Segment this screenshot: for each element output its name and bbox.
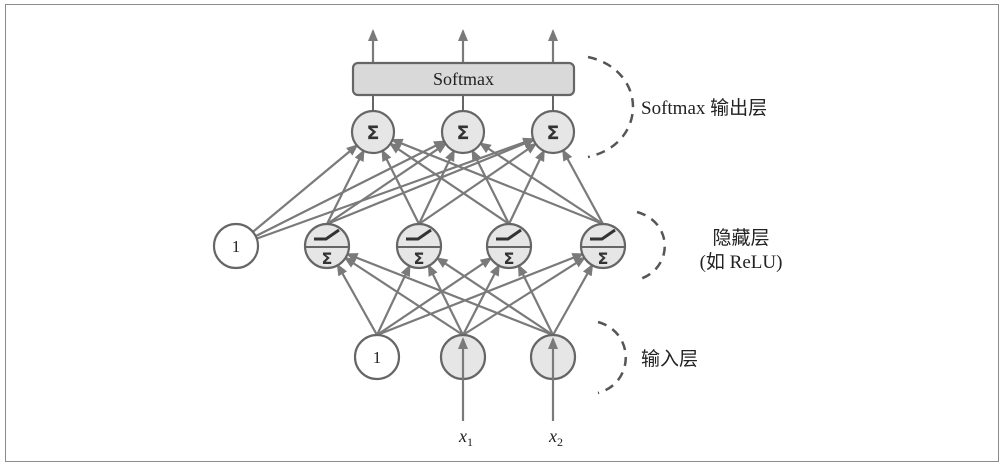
edge-hidden-2-to-output-1 [381, 149, 420, 225]
input-variable: x [548, 426, 557, 446]
sum-symbol: Σ [504, 249, 515, 268]
edge-hidden-3-to-output-2 [471, 149, 510, 225]
hidden-bias-node: 1 [212, 222, 260, 270]
hidden-neuron-3: Σ [485, 222, 533, 270]
sum-symbol: Σ [598, 249, 609, 268]
hidden-neuron-1: Σ [303, 222, 351, 270]
input-subscript: 1 [467, 435, 473, 449]
input-node-x1 [439, 333, 487, 421]
input-label-x2: x2 [548, 426, 563, 449]
input-node-x2 [529, 333, 577, 421]
sum-symbol: Σ [457, 122, 470, 144]
sum-symbol: Σ [367, 122, 380, 144]
output-layer: Softmax Σ Σ Σ [350, 29, 576, 155]
layer-annotations: Softmax 输出层 隐藏层 (如 ReLU) 输入层 [587, 55, 783, 395]
output-layer-bracket [587, 55, 635, 159]
edge-hidden-1-to-output-1 [326, 149, 365, 225]
neural-network-diagram: Softmax Σ Σ Σ 1 Σ Σ Σ Σ 1 x1 x2 Softmax … [5, 4, 999, 462]
hidden-layer-note: (如 ReLU) [700, 251, 783, 273]
edge-hidden-2-to-output-3 [418, 142, 538, 225]
edge-hidden-4-to-output-3 [562, 148, 604, 225]
sum-symbol: Σ [414, 249, 425, 268]
input-layer-bracket [597, 320, 627, 395]
bias-label: 1 [373, 348, 382, 367]
input-subscript: 2 [557, 435, 563, 449]
input-layer-label: 输入层 [641, 348, 698, 370]
sum-symbol: Σ [547, 122, 560, 144]
output-layer-label: Softmax 输出层 [641, 97, 767, 119]
input-variable: x [458, 426, 467, 446]
hidden-layer-label: 隐藏层 [712, 227, 769, 249]
output-neuron-2: Σ [440, 109, 486, 155]
input-label-x1: x1 [458, 426, 473, 449]
output-neuron-3: Σ [530, 109, 576, 155]
hidden-neuron-2: Σ [395, 222, 443, 270]
edge-input-x2-to-hidden-4 [552, 263, 594, 336]
sum-symbol: Σ [322, 249, 333, 268]
input-bias-node: 1 [353, 333, 401, 381]
output-neuron-1: Σ [350, 109, 396, 155]
hidden-neuron-4: Σ [579, 222, 627, 270]
softmax-label: Softmax [433, 69, 494, 89]
bias-label: 1 [232, 237, 241, 256]
hidden-layer-bracket [636, 210, 666, 282]
input-layer: 1 x1 x2 [353, 333, 577, 449]
